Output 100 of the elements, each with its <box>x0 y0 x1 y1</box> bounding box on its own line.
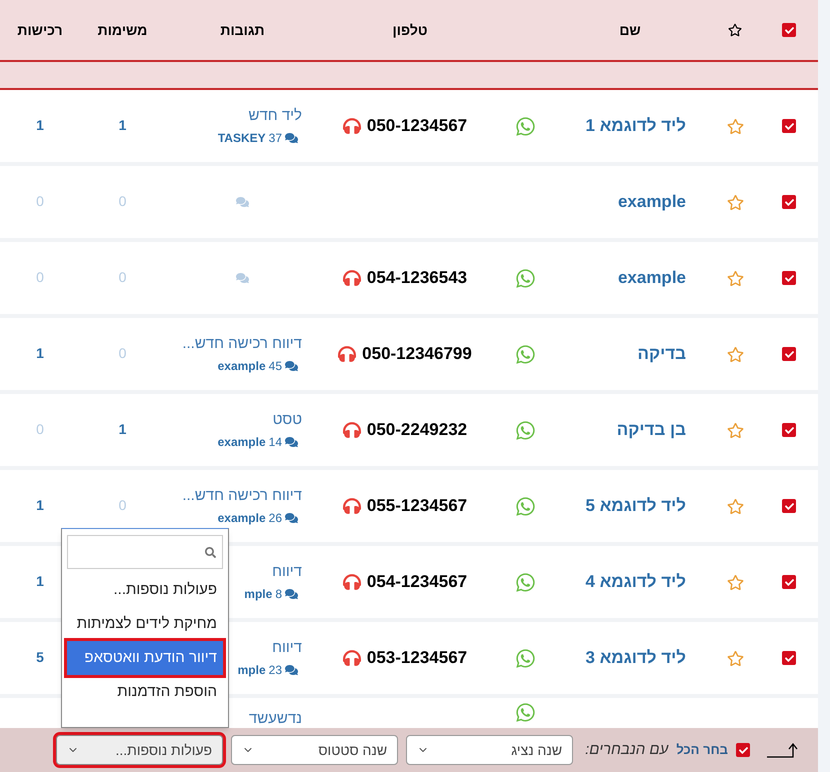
check-icon <box>784 578 794 586</box>
reply-count: 26 <box>268 510 282 528</box>
lead-name[interactable]: ליד לדוגמא 5 <box>586 496 686 515</box>
reply-count: 23 <box>268 662 282 680</box>
headphones-icon[interactable] <box>342 497 361 515</box>
star-icon[interactable] <box>726 270 744 286</box>
headphones-icon[interactable] <box>338 345 356 363</box>
comments-icon[interactable] <box>285 588 298 600</box>
whatsapp-icon[interactable] <box>514 420 536 440</box>
star-icon[interactable] <box>726 574 744 590</box>
reply-author: TASKEY <box>218 130 266 148</box>
column-header: תגובות <box>220 20 265 40</box>
checkbox[interactable] <box>782 271 796 285</box>
headphones-icon[interactable] <box>342 269 361 287</box>
purchases-count: 1 <box>36 117 44 133</box>
star-icon[interactable] <box>726 498 744 514</box>
phone-number: 050-1234567 <box>366 115 468 138</box>
star-icon[interactable] <box>726 650 744 666</box>
purchases-count: 0 <box>36 193 44 209</box>
headphones-icon[interactable] <box>342 649 361 667</box>
comments-icon[interactable] <box>285 132 298 144</box>
select-field[interactable]: שנה סטטוס <box>231 735 398 765</box>
reply-text[interactable]: טסט <box>272 408 302 432</box>
check-icon <box>738 746 748 754</box>
search-icon <box>205 546 216 558</box>
checkbox[interactable] <box>782 575 796 589</box>
whatsapp-icon[interactable] <box>514 702 536 723</box>
star-icon[interactable] <box>726 194 744 210</box>
checkbox[interactable] <box>782 347 796 361</box>
checkbox[interactable] <box>736 743 750 757</box>
with-selected-label: עם הנבחרים: <box>585 740 668 760</box>
phone-number: 053-1234567 <box>366 647 468 670</box>
whatsapp-icon[interactable] <box>514 268 536 288</box>
tasks-count: 0 <box>118 193 126 209</box>
lead-name[interactable]: example <box>618 268 686 287</box>
lead-name[interactable]: בדיקה <box>637 344 686 363</box>
dropdown-option[interactable]: דיוור הודעת וואטסאפ <box>67 641 223 675</box>
comments-icon[interactable] <box>285 360 298 372</box>
headphones-icon[interactable] <box>342 421 361 439</box>
reply-author: example <box>218 358 266 376</box>
phone-number: 050-2249232 <box>366 419 468 442</box>
lead-name[interactable]: בן בדיקה <box>616 420 686 439</box>
headphones-icon[interactable] <box>342 117 361 135</box>
star-icon[interactable] <box>728 23 742 37</box>
reply-count: 14 <box>268 434 282 452</box>
lead-name[interactable]: ליד לדוגמא 4 <box>586 572 686 591</box>
tasks-count: 0 <box>118 345 126 361</box>
reply-text[interactable]: ליד חדש <box>248 104 302 128</box>
checkbox[interactable] <box>782 119 796 133</box>
phone-number: 054-1234567 <box>366 571 468 594</box>
reply-text[interactable]: דיווח <box>272 560 302 584</box>
scrollbar[interactable] <box>818 0 830 772</box>
whatsapp-icon[interactable] <box>514 496 536 516</box>
dropdown-option[interactable]: פעולות נוספות... <box>67 573 223 607</box>
checkbox[interactable] <box>782 499 796 513</box>
whatsapp-icon[interactable] <box>514 572 536 592</box>
check-icon <box>784 122 794 130</box>
reply-text[interactable]: נדשעשד <box>248 708 302 728</box>
comments-icon[interactable] <box>285 664 298 676</box>
lead-name[interactable]: example <box>618 192 686 211</box>
headphones-icon[interactable] <box>342 573 361 591</box>
select-field[interactable]: פעולות נוספות... <box>56 735 224 765</box>
lead-name[interactable]: ליד לדוגמא 3 <box>586 648 686 667</box>
select-all-label[interactable]: בחר הכל <box>676 740 728 760</box>
column-header: שם <box>619 20 641 40</box>
reply-count: 45 <box>268 358 282 376</box>
purchases-count: 5 <box>36 649 44 665</box>
select-field[interactable]: שנה נציג <box>406 735 574 765</box>
search-field[interactable] <box>67 535 223 569</box>
comments-icon[interactable] <box>285 512 298 524</box>
comments-icon[interactable] <box>285 436 298 448</box>
whatsapp-icon[interactable] <box>514 116 536 136</box>
reply-author: mple <box>244 586 272 604</box>
star-icon[interactable] <box>726 422 744 438</box>
star-icon[interactable] <box>726 118 744 134</box>
checkbox[interactable] <box>782 23 796 37</box>
reply-text[interactable]: דיווח רכישה חדש... <box>182 332 302 356</box>
phone-number: 054-1236543 <box>366 267 468 290</box>
reply-author: mple <box>238 662 266 680</box>
purchases-count: 1 <box>36 345 44 361</box>
reply-text[interactable]: דיווח רכישה חדש... <box>182 484 302 508</box>
check-icon <box>784 26 794 34</box>
star-icon[interactable] <box>726 346 744 362</box>
tasks-count: 0 <box>118 269 126 285</box>
whatsapp-icon[interactable] <box>514 344 536 364</box>
tasks-count: 1 <box>118 117 126 133</box>
reply-count: 8 <box>275 586 282 604</box>
dropdown-option[interactable]: מחיקת לידים לצמיתות <box>67 607 223 641</box>
checkbox[interactable] <box>782 423 796 437</box>
purchases-count: 1 <box>36 497 44 513</box>
reply-count: 37 <box>268 130 282 148</box>
reply-author: example <box>218 510 266 528</box>
reply-text[interactable]: דיווח <box>272 636 302 660</box>
check-icon <box>784 426 794 434</box>
checkbox[interactable] <box>782 195 796 209</box>
column-header: טלפון <box>392 20 428 40</box>
checkbox[interactable] <box>782 651 796 665</box>
whatsapp-icon[interactable] <box>514 648 536 668</box>
dropdown-option[interactable]: הוספת הזדמנות <box>67 675 223 709</box>
lead-name[interactable]: ליד לדוגמא 1 <box>586 116 686 135</box>
